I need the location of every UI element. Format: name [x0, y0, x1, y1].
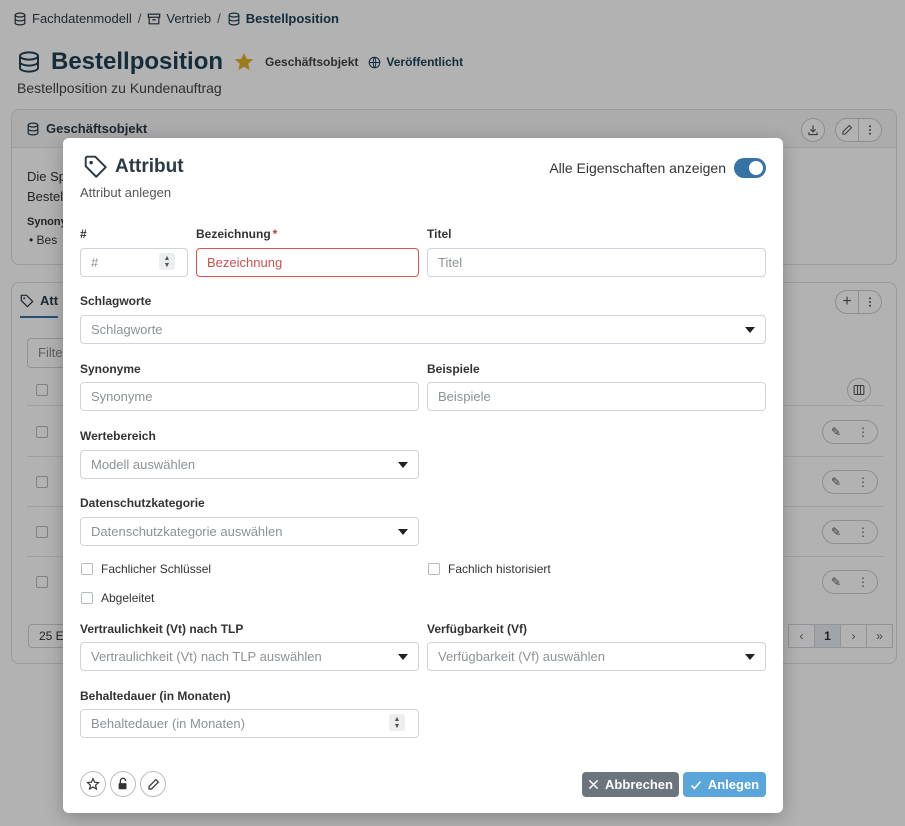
star-outline-icon	[86, 777, 100, 791]
field-label: Titel	[427, 227, 452, 241]
checkbox-label: Abgeleitet	[101, 591, 155, 605]
create-button[interactable]: Anlegen	[683, 772, 766, 797]
verfuegbarkeit-select[interactable]: Verfügbarkeit (Vf) auswählen	[427, 642, 766, 671]
show-all-properties: Alle Eigenschaften anzeigen	[549, 158, 766, 178]
beispiele-input[interactable]	[427, 382, 766, 411]
favorite-button[interactable]	[80, 771, 106, 797]
chevron-down-icon[interactable]: ▼	[394, 723, 401, 730]
field-label: Datenschutzkategorie	[80, 496, 205, 510]
cancel-button-label: Abbrechen	[605, 777, 673, 792]
select-placeholder: Schlagworte	[91, 322, 163, 337]
abgeleitet-checkbox[interactable]: Abgeleitet	[81, 591, 154, 605]
toggle-label: Alle Eigenschaften anzeigen	[549, 160, 726, 176]
select-placeholder: Datenschutzkategorie auswählen	[91, 524, 283, 539]
show-all-properties-toggle[interactable]	[734, 158, 766, 178]
datenschutz-select[interactable]: Datenschutzkategorie auswählen	[80, 517, 419, 546]
chevron-up-icon[interactable]: ▲	[164, 255, 171, 262]
behaltedauer-stepper[interactable]: ▲ ▼	[389, 714, 405, 731]
modal-subtitle: Attribut anlegen	[80, 185, 172, 200]
caret-down-icon	[745, 327, 755, 333]
edit-button[interactable]	[140, 771, 166, 797]
bezeichnung-input[interactable]	[196, 248, 419, 277]
create-button-label: Anlegen	[707, 777, 760, 792]
field-label: Beispiele	[427, 362, 480, 376]
checkbox-box[interactable]	[428, 563, 440, 575]
checkbox-box[interactable]	[81, 592, 93, 604]
checkbox-label: Fachlicher Schlüssel	[101, 562, 212, 576]
number-stepper[interactable]: ▲ ▼	[159, 253, 175, 270]
vertraulichkeit-select[interactable]: Vertraulichkeit (Vt) nach TLP auswählen	[80, 642, 419, 671]
caret-down-icon	[398, 529, 408, 535]
check-icon	[690, 780, 701, 790]
field-label: Verfügbarkeit (Vf)	[427, 622, 528, 636]
field-label: Behaltedauer (in Monaten)	[80, 689, 231, 703]
close-icon	[588, 779, 599, 790]
fachlicher-schluessel-checkbox[interactable]: Fachlicher Schlüssel	[81, 562, 211, 576]
chevron-up-icon[interactable]: ▲	[394, 716, 401, 723]
required-marker: *	[272, 227, 278, 241]
select-placeholder: Modell auswählen	[91, 457, 196, 472]
field-label: Bezeichnung *	[196, 227, 277, 241]
caret-down-icon	[398, 462, 408, 468]
caret-down-icon	[398, 654, 408, 660]
modal-title-row: Attribut	[83, 154, 184, 180]
field-label: Synonyme	[80, 362, 141, 376]
schlagworte-select[interactable]: Schlagworte	[80, 315, 766, 344]
fachlich-historisiert-checkbox[interactable]: Fachlich historisiert	[428, 562, 551, 576]
tag-icon	[84, 155, 107, 178]
field-label: #	[80, 227, 87, 241]
behaltedauer-input[interactable]	[80, 709, 419, 738]
chevron-down-icon[interactable]: ▼	[164, 262, 171, 269]
cancel-button[interactable]: Abbrechen	[582, 772, 679, 797]
titel-input[interactable]	[427, 248, 766, 277]
unlock-icon	[118, 777, 127, 790]
checkbox-label: Fachlich historisiert	[448, 562, 551, 576]
caret-down-icon	[745, 654, 755, 660]
field-label: Vertraulichkeit (Vt) nach TLP	[80, 622, 244, 636]
wertebereich-select[interactable]: Modell auswählen	[80, 450, 419, 479]
field-label-text: Bezeichnung	[196, 227, 271, 241]
field-label: Wertebereich	[80, 429, 156, 443]
select-placeholder: Verfügbarkeit (Vf) auswählen	[438, 649, 605, 664]
pencil-icon	[147, 778, 159, 790]
select-placeholder: Vertraulichkeit (Vt) nach TLP auswählen	[91, 649, 322, 664]
lock-button[interactable]	[110, 771, 136, 797]
checkbox-box[interactable]	[81, 563, 93, 575]
modal-title: Attribut	[115, 156, 184, 177]
synonyme-input[interactable]	[80, 382, 419, 411]
field-label: Schlagworte	[80, 294, 152, 308]
attribute-modal: Attribut Attribut anlegen Alle Eigenscha…	[63, 138, 783, 813]
